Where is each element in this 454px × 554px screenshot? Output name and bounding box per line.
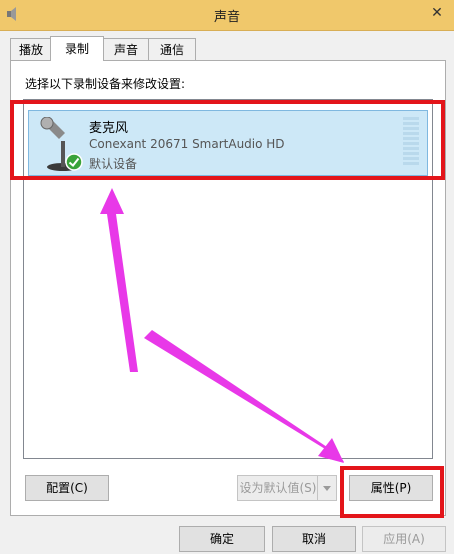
- arrow-down-right-head: [318, 438, 344, 463]
- arrow-up: [100, 188, 138, 372]
- annotation-arrows: [100, 188, 344, 463]
- tab-recording[interactable]: 录制: [50, 36, 104, 61]
- arrow-down-right: [144, 330, 344, 462]
